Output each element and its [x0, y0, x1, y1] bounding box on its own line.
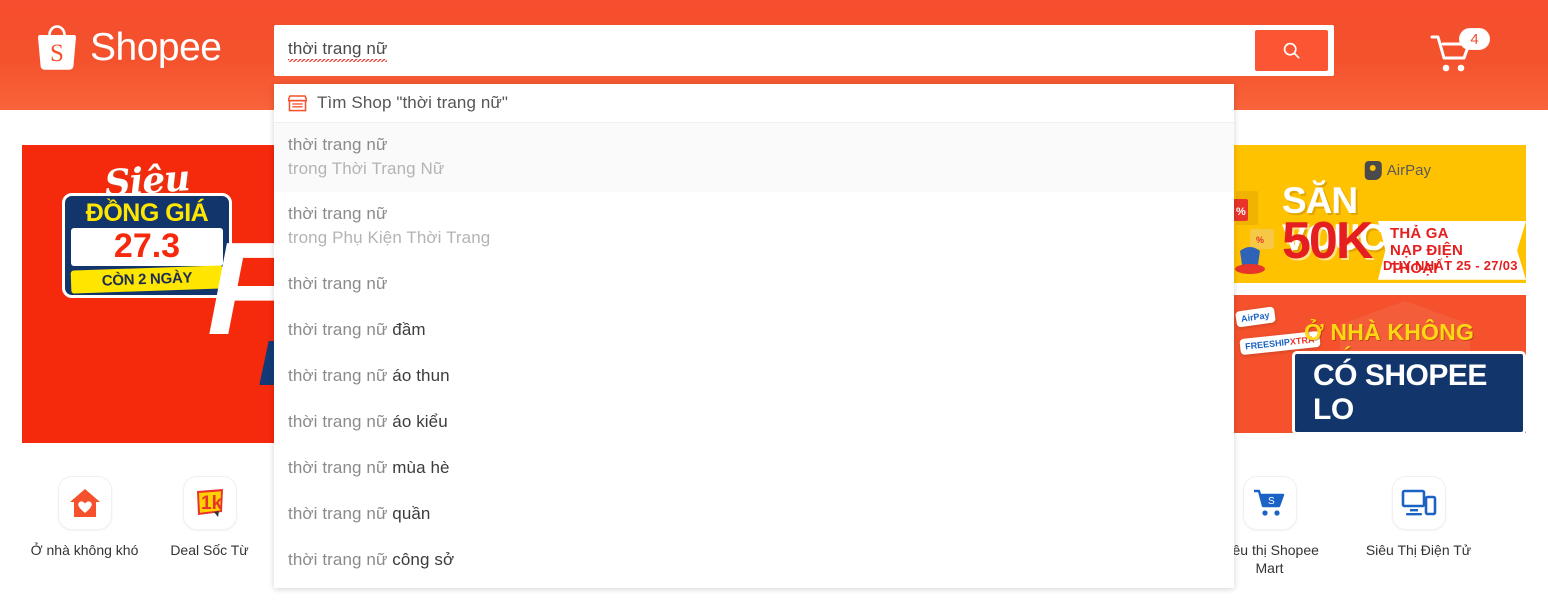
suggestion-prefix: thời trang nữ — [288, 273, 388, 293]
badge-dong-gia-text: ĐỒNG GIÁ — [85, 199, 209, 227]
badge-date-text: 27.3 — [71, 228, 223, 266]
suggestion-item[interactable]: thời trang nữ trong Phụ Kiện Thời Trang — [274, 192, 1234, 261]
category-item-o-nha-khong-kho[interactable]: Ở nhà không khó — [22, 476, 147, 598]
suggestion-prefix: thời trang nữ — [288, 319, 393, 339]
search-button[interactable] — [1255, 30, 1328, 71]
suggestion-text: thời trang nữ — [288, 134, 1220, 157]
suggestion-prefix: thời trang nữ — [288, 411, 393, 431]
svg-text:%: % — [1236, 206, 1246, 218]
shopee-bag-icon: S — [37, 25, 77, 70]
search-input[interactable]: thời trang nữ — [277, 28, 1255, 73]
suggestion-item[interactable]: thời trang nữ công sở — [274, 537, 1234, 583]
suggestion-text: thời trang nữ — [288, 273, 1220, 296]
svg-text:%: % — [1256, 235, 1264, 245]
suggestion-suffix: quần — [392, 503, 431, 523]
suggestion-text: thời trang nữ công sở — [288, 549, 1220, 572]
suggestion-prefix: thời trang nữ — [288, 457, 393, 477]
category-label: Siêu Thị Điện Tử — [1365, 542, 1472, 558]
suggestion-text: thời trang nữ đầm — [288, 319, 1220, 342]
cart-badge: 4 — [1459, 28, 1490, 50]
chip-freeship-label: FREESHIP — [1244, 336, 1291, 352]
category-label: Deal Sốc Từ — [170, 542, 249, 558]
brand-name: Shopee — [90, 25, 222, 69]
suggestion-prefix: thời trang nữ — [288, 549, 393, 569]
suggestion-subtext: trong Thời Trang Nữ — [288, 159, 445, 178]
chip-airpay: AirPay — [1235, 306, 1276, 328]
stay-home-line-2: CÓ SHOPEE LO — [1313, 359, 1487, 426]
suggestion-item[interactable]: thời trang nữ mùa hè — [274, 445, 1234, 491]
house-heart-icon — [69, 489, 100, 517]
category-tile — [1391, 476, 1446, 530]
shopee-logo[interactable]: S Shopee — [34, 22, 222, 72]
suggestion-subtext: trong Phụ Kiện Thời Trang — [288, 228, 491, 247]
suggestion-item[interactable]: thời trang nữ quần — [274, 491, 1234, 537]
search-suggestions-dropdown: Tìm Shop "thời trang nữ" thời trang nữ t… — [274, 84, 1234, 588]
cart-button[interactable]: 4 — [1430, 26, 1490, 76]
category-tile: 1k — [182, 476, 237, 530]
search-input-value: thời trang nữ — [288, 39, 388, 62]
svg-text:S: S — [50, 40, 64, 67]
search-bar: thời trang nữ — [274, 25, 1334, 76]
suggestion-find-shop-label: Tìm Shop "thời trang nữ" — [317, 93, 509, 112]
svg-text:S: S — [1268, 496, 1275, 507]
voucher-illustration: % % — [1232, 191, 1274, 274]
suggestion-suffix: đầm — [392, 319, 426, 339]
suggestion-prefix: thời trang nữ — [288, 135, 388, 155]
voucher-amount: 50K — [1282, 212, 1373, 270]
suggestion-text: thời trang nữ áo thun — [288, 365, 1220, 388]
airpay-logo-icon — [1364, 161, 1382, 180]
airpay-voucher-banner[interactable]: % % AirPay SĂN VOUCHER 50K THẢ GA NẠP ĐI… — [1230, 145, 1526, 283]
suggestion-text: thời trang nữ quần — [288, 503, 1220, 526]
electronics-monitor-icon — [1401, 489, 1436, 516]
suggestion-text: thời trang nữ áo kiểu — [288, 411, 1220, 434]
suggestion-item[interactable]: thời trang nữ đầm — [274, 307, 1234, 353]
suggestion-suffix: áo thun — [392, 365, 450, 385]
suggestion-text: thời trang nữ mùa hè — [288, 457, 1220, 480]
suggestion-find-shop[interactable]: Tìm Shop "thời trang nữ" — [274, 84, 1234, 123]
suggestion-prefix: thời trang nữ — [288, 204, 388, 224]
one-k-icon: 1k — [196, 489, 223, 517]
shopee-mart-cart-icon: S — [1253, 489, 1284, 516]
suggestion-prefix: thời trang nữ — [288, 503, 393, 523]
category-tile — [57, 476, 112, 530]
category-label: Ở nhà không khó — [30, 542, 139, 558]
category-item-deal-soc[interactable]: 1k Deal Sốc Từ — [147, 476, 272, 598]
suggestion-item[interactable]: thời trang nữ áo thun — [274, 353, 1234, 399]
ribbon-line-1: THẢ GA — [1390, 225, 1449, 242]
suggestion-item[interactable]: thời trang nữ — [274, 261, 1234, 307]
suggestion-text: thời trang nữ — [288, 203, 1220, 226]
voucher-period: DUY NHẤT 25 - 27/03 — [1383, 258, 1518, 273]
suggestion-prefix: thời trang nữ — [288, 365, 393, 385]
suggestion-item[interactable]: thời trang nữ áo kiểu — [274, 399, 1234, 445]
category-item-dien-tu[interactable]: Siêu Thị Điện Tử — [1356, 476, 1481, 598]
stay-home-banner[interactable]: AirPay FREESHIPXTRA Ở NHÀ KHÔNG KHÓ CÓ S… — [1230, 295, 1526, 433]
airpay-brand-row: AirPay — [1364, 161, 1431, 180]
search-icon — [1283, 42, 1300, 59]
storefront-icon — [288, 94, 307, 111]
suggestion-suffix: áo kiểu — [392, 411, 448, 431]
suggestion-suffix: mùa hè — [392, 457, 450, 477]
suggestion-item[interactable]: thời trang nữ trong Thời Trang Nữ — [274, 123, 1234, 192]
airpay-brand-label: AirPay — [1386, 162, 1431, 179]
suggestion-suffix: công sở — [392, 549, 455, 569]
stay-home-plate: CÓ SHOPEE LO — [1292, 351, 1526, 433]
category-tile: S — [1242, 476, 1297, 530]
badge-countdown-text: CÒN 2 NGÀY — [70, 265, 224, 294]
svg-text:1k: 1k — [201, 493, 223, 514]
